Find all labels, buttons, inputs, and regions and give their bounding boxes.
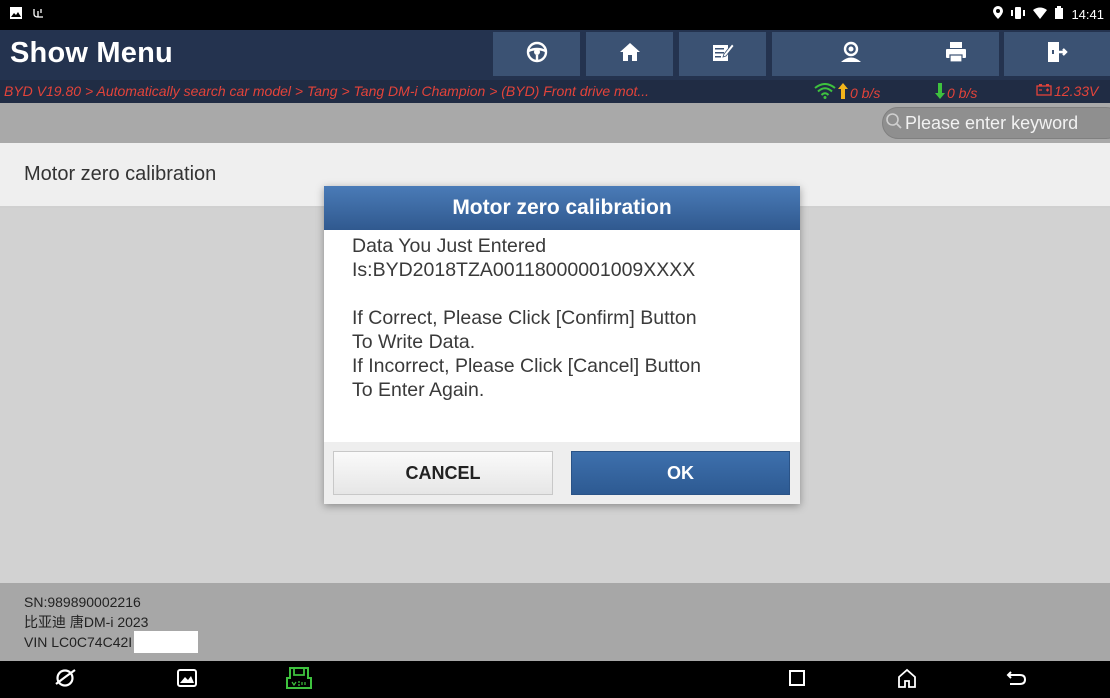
steering-wheel-button[interactable] xyxy=(493,32,583,76)
download-meter: 0 b/s xyxy=(935,83,977,102)
wifi-signal-icon xyxy=(814,83,836,102)
dialog-message: Data You Just Entered Is:BYD2018TZA00118… xyxy=(324,230,800,442)
print-icon xyxy=(945,41,967,68)
print-button[interactable] xyxy=(912,32,1002,76)
search-input[interactable] xyxy=(903,112,1110,134)
serial-number: SN:989890002216 xyxy=(24,594,141,610)
clock-time: 14:41 xyxy=(1071,6,1104,22)
edit-icon xyxy=(712,41,735,68)
browser-button[interactable] xyxy=(48,667,82,693)
home-nav-button[interactable] xyxy=(890,667,924,693)
usb-debug-icon xyxy=(32,7,45,22)
gallery-notification-icon xyxy=(10,7,22,22)
system-nav-bar xyxy=(0,661,1110,698)
vci-button[interactable] xyxy=(282,666,316,695)
upload-speed: 0 b/s xyxy=(850,84,881,101)
browser-icon xyxy=(54,667,76,694)
ok-button[interactable]: OK xyxy=(571,451,790,495)
wifi-icon xyxy=(1033,7,1048,22)
dialog-actions: CANCEL OK xyxy=(324,442,800,504)
dialog-title: Motor zero calibration xyxy=(324,186,800,230)
dialog-line: To Write Data. xyxy=(352,331,476,353)
page-title: Show Menu xyxy=(10,37,173,69)
gallery-icon xyxy=(177,668,197,692)
search-icon xyxy=(885,112,903,135)
exit-icon xyxy=(1046,41,1068,68)
breadcrumb: BYD V19.80 > Automatically search car mo… xyxy=(4,83,650,99)
vehicle-info-footer: SN:989890002216 比亚迪 唐DM-i 2023 VIN LC0C7… xyxy=(0,583,1110,661)
vehicle-model: 比亚迪 唐DM-i 2023 xyxy=(24,614,149,630)
vci-icon xyxy=(286,666,312,695)
dialog-line: Data You Just Entered xyxy=(352,235,547,257)
gallery-button[interactable] xyxy=(170,667,204,693)
status-bar: 14:41 xyxy=(0,0,1110,30)
exit-button[interactable] xyxy=(1004,32,1110,76)
home-button[interactable] xyxy=(586,32,676,76)
search-box[interactable] xyxy=(882,107,1110,139)
feedback-button[interactable] xyxy=(772,32,932,76)
edit-button[interactable] xyxy=(679,32,769,76)
redaction-box xyxy=(134,631,199,654)
recent-apps-icon xyxy=(788,669,806,692)
app-header: Show Menu xyxy=(0,30,1110,80)
dialog-line: If Incorrect, Please Click [Cancel] Butt… xyxy=(352,355,701,377)
search-bar xyxy=(0,103,1110,143)
recent-apps-button[interactable] xyxy=(780,667,814,693)
breadcrumb-bar: BYD V19.80 > Automatically search car mo… xyxy=(0,80,1110,103)
dialog-line: If Correct, Please Click [Confirm] Butto… xyxy=(352,307,697,329)
vin-row: VIN LC0C74C42I xyxy=(24,631,1110,654)
entered-data-value: Is:BYD2018TZA00118000001009XXXX xyxy=(352,259,696,281)
back-arrow-icon xyxy=(1006,669,1028,692)
feedback-icon xyxy=(839,41,863,68)
home-outline-icon xyxy=(896,667,918,694)
back-button[interactable] xyxy=(1000,667,1034,693)
vibrate-icon xyxy=(1011,6,1026,22)
location-icon xyxy=(993,6,1004,22)
vin-number: VIN LC0C74C42I xyxy=(24,634,133,650)
battery-voltage-icon xyxy=(1036,83,1052,99)
battery-icon xyxy=(1055,6,1064,22)
download-speed: 0 b/s xyxy=(947,84,978,101)
voltage-meter: 12.33V xyxy=(1036,83,1098,99)
dialog-line: To Enter Again. xyxy=(352,379,485,401)
network-meter: 0 b/s xyxy=(814,83,880,102)
voltage-value: 12.33V xyxy=(1054,83,1099,99)
list-item-label: Motor zero calibration xyxy=(24,163,217,185)
steering-wheel-icon xyxy=(526,41,548,68)
upload-arrow-icon xyxy=(838,83,848,102)
cancel-button[interactable]: CANCEL xyxy=(333,451,553,495)
download-arrow-icon xyxy=(935,83,945,102)
confirm-dialog: Motor zero calibration Data You Just Ent… xyxy=(324,186,800,504)
home-icon xyxy=(619,42,641,67)
